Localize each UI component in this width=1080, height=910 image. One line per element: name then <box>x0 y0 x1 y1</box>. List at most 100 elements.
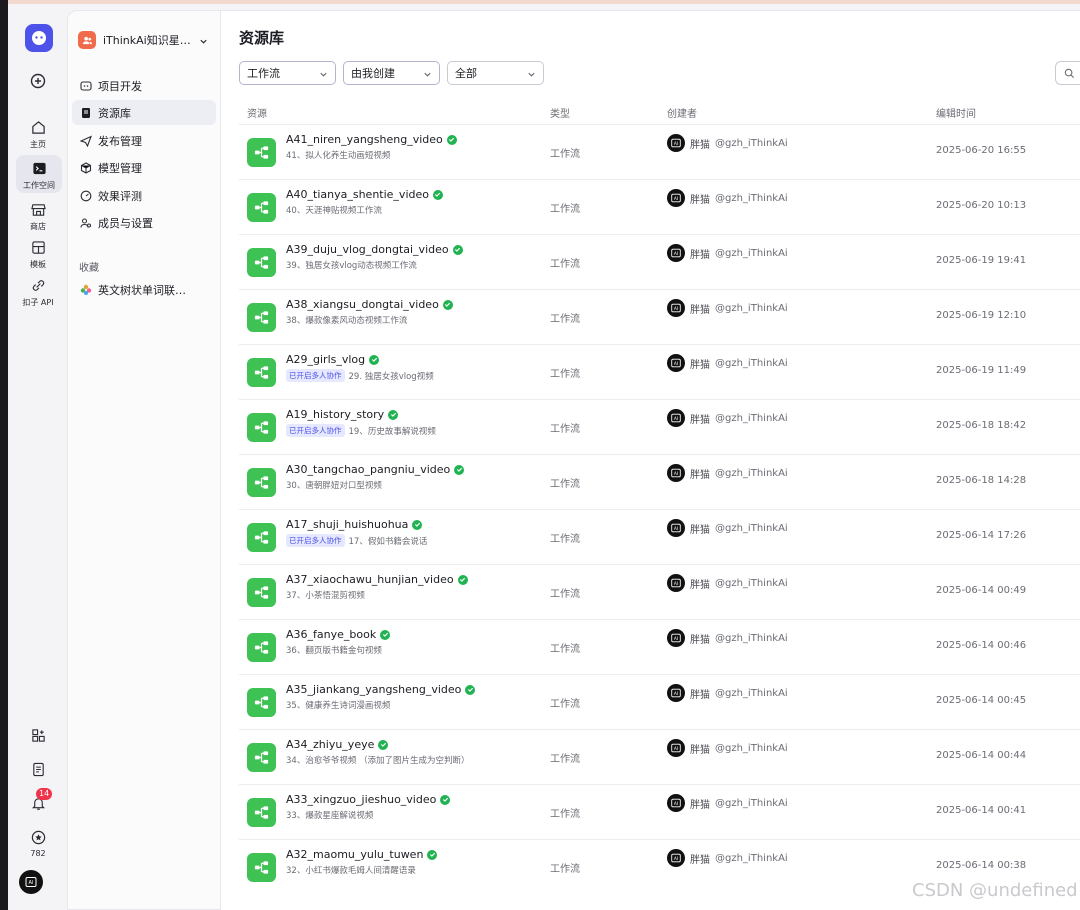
resource-name-cell: A17_shuji_huishuohua <box>286 518 423 531</box>
search-input[interactable] <box>1055 61 1080 85</box>
apps-button[interactable] <box>8 726 68 744</box>
resource-name-cell: A37_xiaochawu_hunjian_video <box>286 573 468 586</box>
favorite-label: 英文树状单词联… <box>98 283 186 297</box>
rail-item-template[interactable]: 模板 <box>8 238 68 270</box>
app-logo-icon[interactable] <box>25 24 53 52</box>
nav-label: 资源库 <box>98 106 131 120</box>
rail-item-home[interactable]: 主页 <box>8 118 68 150</box>
user-avatar[interactable]: AI <box>19 870 43 894</box>
creator-avatar: AI <box>667 134 685 152</box>
rail-item-workspace[interactable]: 工作空间 <box>16 155 62 193</box>
resource-name: A17_shuji_huishuohua <box>286 518 409 531</box>
resource-description: 30、唐朝胖妞对口型视频 <box>286 481 382 491</box>
table-row[interactable]: A29_girls_vlog 已开启多人协作 29. 独居女孩vlog视频 工作流 AI… <box>239 344 1080 399</box>
verified-icon <box>465 684 476 695</box>
edited-time: 2025-06-19 11:49 <box>936 365 1027 376</box>
creator-cell: AI 胖猫 @gzh_iThinkAi <box>667 464 788 482</box>
svg-text:AI: AI <box>674 581 678 587</box>
verified-icon <box>452 244 463 255</box>
rail-item-api[interactable]: 扣子 API <box>8 276 68 308</box>
resource-description-cell: 40、天涯神贴视频工作流 <box>286 204 382 216</box>
svg-text:AI: AI <box>674 361 678 367</box>
nav-item-models[interactable]: 模型管理 <box>72 155 216 180</box>
edited-time: 2025-06-14 00:49 <box>936 585 1027 596</box>
resource-name-cell: A32_maomu_yulu_tuwen <box>286 848 438 861</box>
table-row[interactable]: A38_xiangsu_dongtai_video 38、爆款像素风动态视频工作流… <box>239 289 1080 344</box>
resource-description: 39、独居女孩vlog动态视频工作流 <box>286 261 417 271</box>
svg-text:AI: AI <box>674 691 678 697</box>
docs-button[interactable] <box>8 760 68 778</box>
creator-name: 胖猫 <box>690 469 710 481</box>
resource-description-cell: 41、拟人化养生动画短视频 <box>286 149 390 161</box>
resource-description-cell: 36、翻页版书籍金句视频 <box>286 644 382 656</box>
table-row[interactable]: A35_jiankang_yangsheng_video 35、健康养生诗词漫画视… <box>239 674 1080 729</box>
favorites-title: 收藏 <box>79 263 99 274</box>
resource-type: 工作流 <box>550 424 580 435</box>
table-row[interactable]: A19_history_story 已开启多人协作 19、历史故事解说视频 工作流 AI… <box>239 399 1080 454</box>
table-row[interactable]: A39_duju_vlog_dongtai_video 39、独居女孩vlog动态… <box>239 234 1080 289</box>
table-row[interactable]: A33_xingzuo_jieshuo_video 33、爆款星座解说视频 工作流 A… <box>239 784 1080 839</box>
verified-icon <box>457 574 468 585</box>
table-row[interactable]: A36_fanye_book 36、翻页版书籍金句视频 工作流 AI 胖猫 @gzh_iT… <box>239 619 1080 674</box>
verified-icon <box>442 299 453 310</box>
edited-time: 2025-06-14 00:41 <box>936 805 1027 816</box>
resource-name-cell: A38_xiangsu_dongtai_video <box>286 298 453 311</box>
resource-type: 工作流 <box>550 149 580 160</box>
resource-description-cell: 32、小红书爆款毛姆人间清醒语录 <box>286 864 416 876</box>
type-filter-select[interactable]: 工作流 <box>239 61 336 85</box>
nav-item-evaluation[interactable]: 效果评测 <box>72 183 216 208</box>
resource-description-cell: 30、唐朝胖妞对口型视频 <box>286 479 382 491</box>
edited-time: 2025-06-18 18:42 <box>936 420 1027 431</box>
resource-name: A37_xiaochawu_hunjian_video <box>286 573 454 586</box>
nav-item-publish[interactable]: 发布管理 <box>72 128 216 153</box>
desktop-edge <box>0 0 8 910</box>
creator-name: 胖猫 <box>690 524 710 536</box>
svg-text:AI: AI <box>674 801 678 807</box>
workflow-icon <box>247 193 276 222</box>
edited-time: 2025-06-14 00:45 <box>936 695 1027 706</box>
creator-avatar: AI <box>667 629 685 647</box>
status-filter-select[interactable]: 全部 <box>447 61 544 85</box>
edited-time: 2025-06-19 12:10 <box>936 310 1027 321</box>
table-row[interactable]: A40_tianya_shentie_video 40、天涯神贴视频工作流 工作流 A… <box>239 179 1080 234</box>
table-row[interactable]: A37_xiaochawu_hunjian_video 37、小茶悟混剪视频 工作流… <box>239 564 1080 619</box>
notification-badge: 14 <box>36 788 53 800</box>
nav-item-library[interactable]: 资源库 <box>72 100 216 125</box>
nav-item-members[interactable]: 成员与设置 <box>72 210 216 235</box>
resource-description-cell: 35、健康养生诗词漫画视频 <box>286 699 390 711</box>
column-header-type: 类型 <box>550 109 570 120</box>
creator-cell: AI 胖猫 @gzh_iThinkAi <box>667 299 788 317</box>
workflow-icon <box>247 798 276 827</box>
favorite-item[interactable]: 英文树状单词联… <box>72 277 216 302</box>
creator-handle: @gzh_iThinkAi <box>715 467 788 479</box>
resource-description: 17、假如书籍会说话 <box>348 536 428 547</box>
resource-description: 36、翻页版书籍金句视频 <box>286 646 382 656</box>
creator-cell: AI 胖猫 @gzh_iThinkAi <box>667 684 788 702</box>
rail-item-store[interactable]: 商店 <box>8 200 68 232</box>
creator-cell: AI 胖猫 @gzh_iThinkAi <box>667 189 788 207</box>
search-icon <box>1064 64 1075 83</box>
nav-label: 效果评测 <box>98 189 142 203</box>
watermark: CSDN @undefined <box>912 880 1078 901</box>
table-row[interactable]: A34_zhiyu_yeye 34、治愈爷爷视频 （添加了图片生成为空判断） 工作流… <box>239 729 1080 784</box>
team-icon <box>78 31 96 49</box>
table-row[interactable]: A17_shuji_huishuohua 已开启多人协作 17、假如书籍会说话 工作流… <box>239 509 1080 564</box>
chevron-down-icon <box>199 31 208 50</box>
page-title: 资源库 <box>239 29 285 47</box>
creator-filter-select[interactable]: 由我创建 <box>343 61 440 85</box>
points-button[interactable]: 782 <box>8 828 68 858</box>
table-row[interactable]: A41_niren_yangsheng_video 41、拟人化养生动画短视频 工作… <box>239 124 1080 179</box>
nav-item-projects[interactable]: 项目开发 <box>72 73 216 98</box>
workflow-icon <box>247 303 276 332</box>
verified-icon <box>427 849 438 860</box>
resource-description: 41、拟人化养生动画短视频 <box>286 151 391 161</box>
column-header-edited[interactable]: 编辑时间 <box>936 105 976 120</box>
create-button[interactable] <box>8 72 68 90</box>
resource-name-cell: A39_duju_vlog_dongtai_video <box>286 243 463 256</box>
workspace-switcher[interactable]: iThinkAi知识星… <box>78 29 214 51</box>
creator-cell: AI 胖猫 @gzh_iThinkAi <box>667 849 788 867</box>
table-row[interactable]: A30_tangchao_pangniu_video 30、唐朝胖妞对口型视频 工作… <box>239 454 1080 509</box>
home-icon <box>29 118 47 136</box>
workflow-icon <box>247 578 276 607</box>
creator-avatar: AI <box>667 739 685 757</box>
